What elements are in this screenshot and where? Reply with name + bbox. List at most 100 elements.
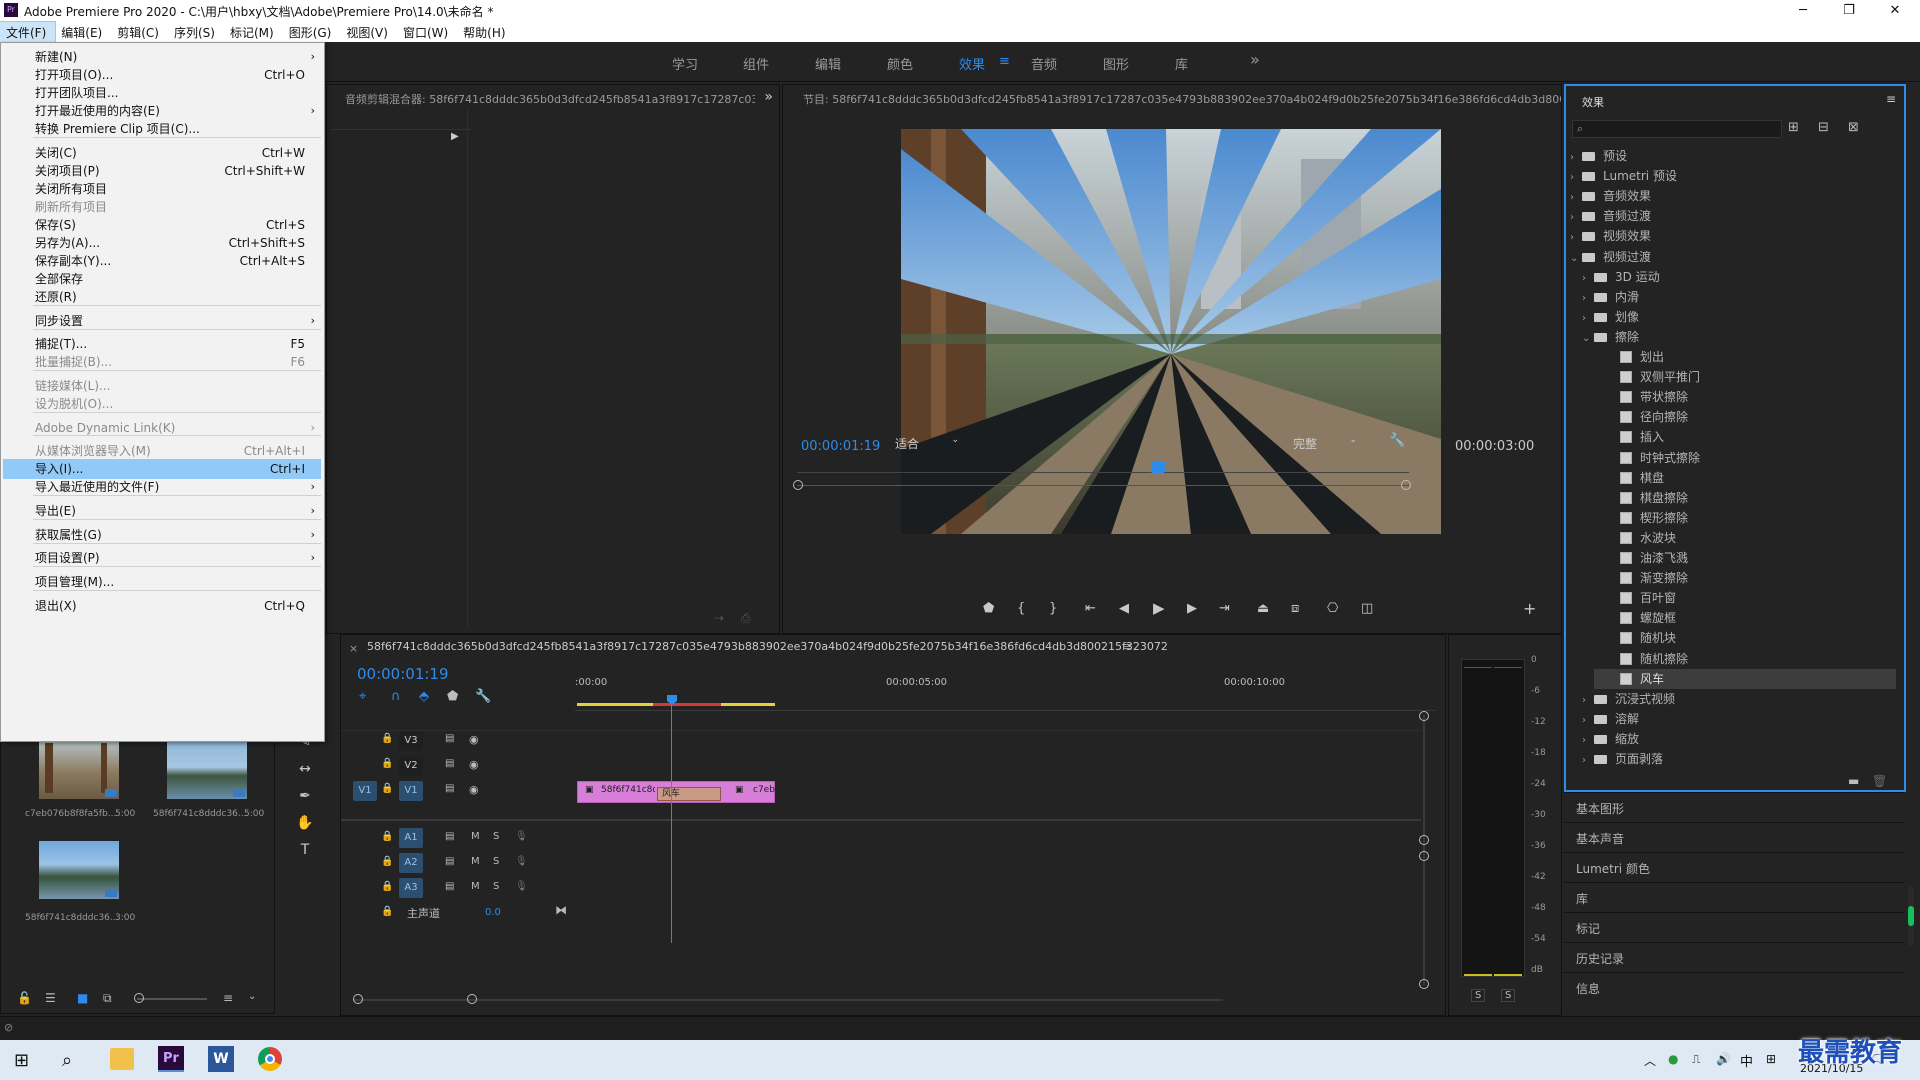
compare-view-icon[interactable]: ◫ — [1361, 601, 1373, 616]
file-menu-item[interactable]: 项目管理(M)... — [3, 572, 321, 592]
sync-icon-v1[interactable]: ▤ — [445, 783, 454, 794]
track-label-a2[interactable]: A2 — [399, 853, 423, 873]
effect-folder[interactable]: › 音频过渡 — [1570, 206, 1896, 226]
solo-a1[interactable]: S — [493, 831, 499, 842]
minimize-button[interactable]: ─ — [1780, 0, 1826, 22]
icon-view-icon[interactable]: ■ — [77, 991, 88, 1005]
chevron-right-icon[interactable]: › — [1582, 309, 1594, 329]
close-button[interactable]: ✕ — [1872, 0, 1918, 22]
mute-a1[interactable]: M — [471, 831, 480, 842]
effect-folder[interactable]: › 预设 — [1570, 146, 1896, 166]
ime-indicator[interactable]: 中 — [1740, 1051, 1753, 1070]
effects-search-input[interactable] — [1591, 121, 1777, 137]
file-menu-item[interactable]: 另存为(A)... Ctrl+Shift+S — [3, 233, 321, 253]
file-menu-item[interactable]: 还原(R) — [3, 287, 321, 307]
meter-solo-right[interactable]: S — [1501, 989, 1516, 1002]
monitor-time-ruler[interactable] — [797, 461, 1409, 473]
track-label-v3[interactable]: V3 — [399, 731, 423, 751]
chevron-right-icon[interactable]: › — [1582, 289, 1594, 309]
timeline-close-icon[interactable]: × — [349, 642, 358, 655]
track-label-a3[interactable]: A3 — [399, 878, 423, 898]
v-scroll-top-handle[interactable] — [1419, 711, 1429, 721]
play-button[interactable]: ▶ — [1153, 599, 1165, 617]
effect-folder[interactable]: › 视频效果 — [1570, 226, 1896, 246]
chevron-right-icon[interactable]: › — [1570, 148, 1582, 168]
v-scroll-mid-handle-b[interactable] — [1419, 851, 1429, 861]
v-scroll-mid-handle-a[interactable] — [1419, 835, 1429, 845]
file-menu-item[interactable]: 保存(S) Ctrl+S — [3, 215, 321, 235]
sort-dropdown-icon[interactable]: ⌄ — [248, 991, 256, 1002]
workspace-tab-libraries[interactable]: 库 — [1175, 54, 1188, 73]
list-view-icon[interactable]: ☰ — [45, 991, 56, 1005]
monitor-zoom-right-handle[interactable] — [1401, 480, 1411, 490]
file-menu-item[interactable]: 打开团队项目... — [3, 83, 321, 103]
workspace-tab-editing[interactable]: 编辑 — [815, 54, 841, 73]
workspace-menu-icon[interactable]: ≡ — [999, 54, 1010, 69]
lock-icon-a1[interactable]: 🔒 — [381, 831, 393, 842]
h-scroll-left-handle[interactable] — [353, 994, 363, 1004]
hand-tool-icon[interactable]: ✋ — [296, 815, 314, 833]
master-volume-value[interactable]: 0.0 — [485, 907, 501, 918]
meter-solo-left[interactable]: S — [1471, 989, 1486, 1002]
effect-folder[interactable]: › Lumetri 预设 — [1570, 166, 1896, 186]
monitor-zoom-left-handle[interactable] — [793, 480, 803, 490]
panel-libraries[interactable]: 库 — [1564, 882, 1904, 910]
menu-marker[interactable]: 标记(M) — [224, 22, 283, 42]
workspace-tab-learn[interactable]: 学习 — [672, 54, 698, 73]
effect-folder[interactable]: › 页面剥落 — [1582, 749, 1896, 769]
bin-thumbnail-2[interactable] — [167, 741, 247, 799]
effect-folder[interactable]: › 溶解 — [1582, 709, 1896, 729]
mark-in-icon[interactable]: { — [1017, 601, 1025, 616]
effect-item[interactable]: 随机擦除 — [1594, 649, 1896, 669]
workspace-tab-audio[interactable]: 音频 — [1031, 54, 1057, 73]
menu-file[interactable]: 文件(F) — [0, 21, 57, 43]
panel-markers[interactable]: 标记 — [1564, 912, 1904, 940]
chevron-right-icon[interactable]: › — [1570, 228, 1582, 248]
file-menu-item[interactable]: 关闭项目(P) Ctrl+Shift+W — [3, 161, 321, 181]
file-menu-item[interactable]: 打开最近使用的内容(E) › — [3, 101, 321, 121]
track-label-v2[interactable]: V2 — [399, 756, 423, 776]
mic-icon-a3[interactable]: 🎙 — [515, 881, 528, 892]
effect-item[interactable]: 百叶窗 — [1594, 588, 1896, 608]
mixer-icon-a[interactable]: ⇢ — [714, 611, 724, 625]
quality-dropdown[interactable]: 完整 ⌄ — [1279, 435, 1363, 453]
tray-app-icon[interactable]: ● — [1668, 1052, 1678, 1066]
effect-folder[interactable]: › 划像 — [1582, 307, 1896, 327]
go-to-out-icon[interactable]: ⇥ — [1219, 601, 1230, 616]
zoom-slider[interactable] — [137, 998, 207, 1000]
effect-item[interactable]: 油漆飞溅 — [1594, 548, 1896, 568]
file-menu-item[interactable]: 全部保存 — [3, 269, 321, 289]
effect-item[interactable]: 双侧平推门 — [1594, 367, 1896, 387]
chevron-right-icon[interactable]: › — [1582, 269, 1594, 289]
master-bow-tie-icon[interactable]: ⧓ — [555, 903, 567, 917]
file-menu-item[interactable]: 关闭(C) Ctrl+W — [3, 143, 321, 163]
mute-a2[interactable]: M — [471, 856, 480, 867]
menu-view[interactable]: 视图(V) — [340, 22, 397, 42]
chevron-right-icon[interactable]: › — [1582, 751, 1594, 771]
chevron-right-icon[interactable]: › — [1582, 731, 1594, 751]
taskbar-word-icon[interactable]: W — [208, 1046, 234, 1072]
bin-thumbnail-3[interactable] — [39, 841, 119, 899]
effects-search-field[interactable]: ⌕ — [1572, 120, 1782, 138]
timeline-sequence-title[interactable]: 58f6f741c8dddc365b0d3dfcd245fb8541a3f891… — [367, 640, 1167, 653]
step-back-icon[interactable]: ◀ — [1119, 601, 1129, 616]
slip-tool-icon[interactable]: ↔ — [296, 761, 314, 779]
mute-a3[interactable]: M — [471, 881, 480, 892]
h-scroll-right-handle[interactable] — [467, 994, 477, 1004]
menu-sequence[interactable]: 序列(S) — [168, 22, 224, 42]
menu-graphics[interactable]: 图形(G) — [283, 22, 341, 42]
v-scroll-bottom-handle[interactable] — [1419, 979, 1429, 989]
mic-icon-a2[interactable]: 🎙 — [515, 856, 528, 867]
right-scrollbar[interactable] — [1908, 886, 1914, 946]
panel-history[interactable]: 历史记录 — [1564, 942, 1904, 970]
add-marker-icon[interactable]: ⬟ — [983, 601, 994, 616]
workspace-tab-effects[interactable]: 效果 — [959, 54, 985, 73]
chevron-right-icon[interactable]: › — [1570, 188, 1582, 208]
effect-item[interactable]: 径向擦除 — [1594, 407, 1896, 427]
monitor-playhead[interactable] — [1151, 461, 1166, 473]
mixer-icon-b[interactable]: ⎙ — [741, 611, 751, 626]
timeline-h-scrollbar[interactable] — [353, 999, 1223, 1001]
chevron-down-icon[interactable]: ⌄ — [1570, 249, 1582, 269]
chevron-down-icon[interactable]: ⌄ — [1582, 329, 1594, 349]
effect-folder[interactable]: ⌄ 视频过渡 — [1570, 247, 1896, 267]
